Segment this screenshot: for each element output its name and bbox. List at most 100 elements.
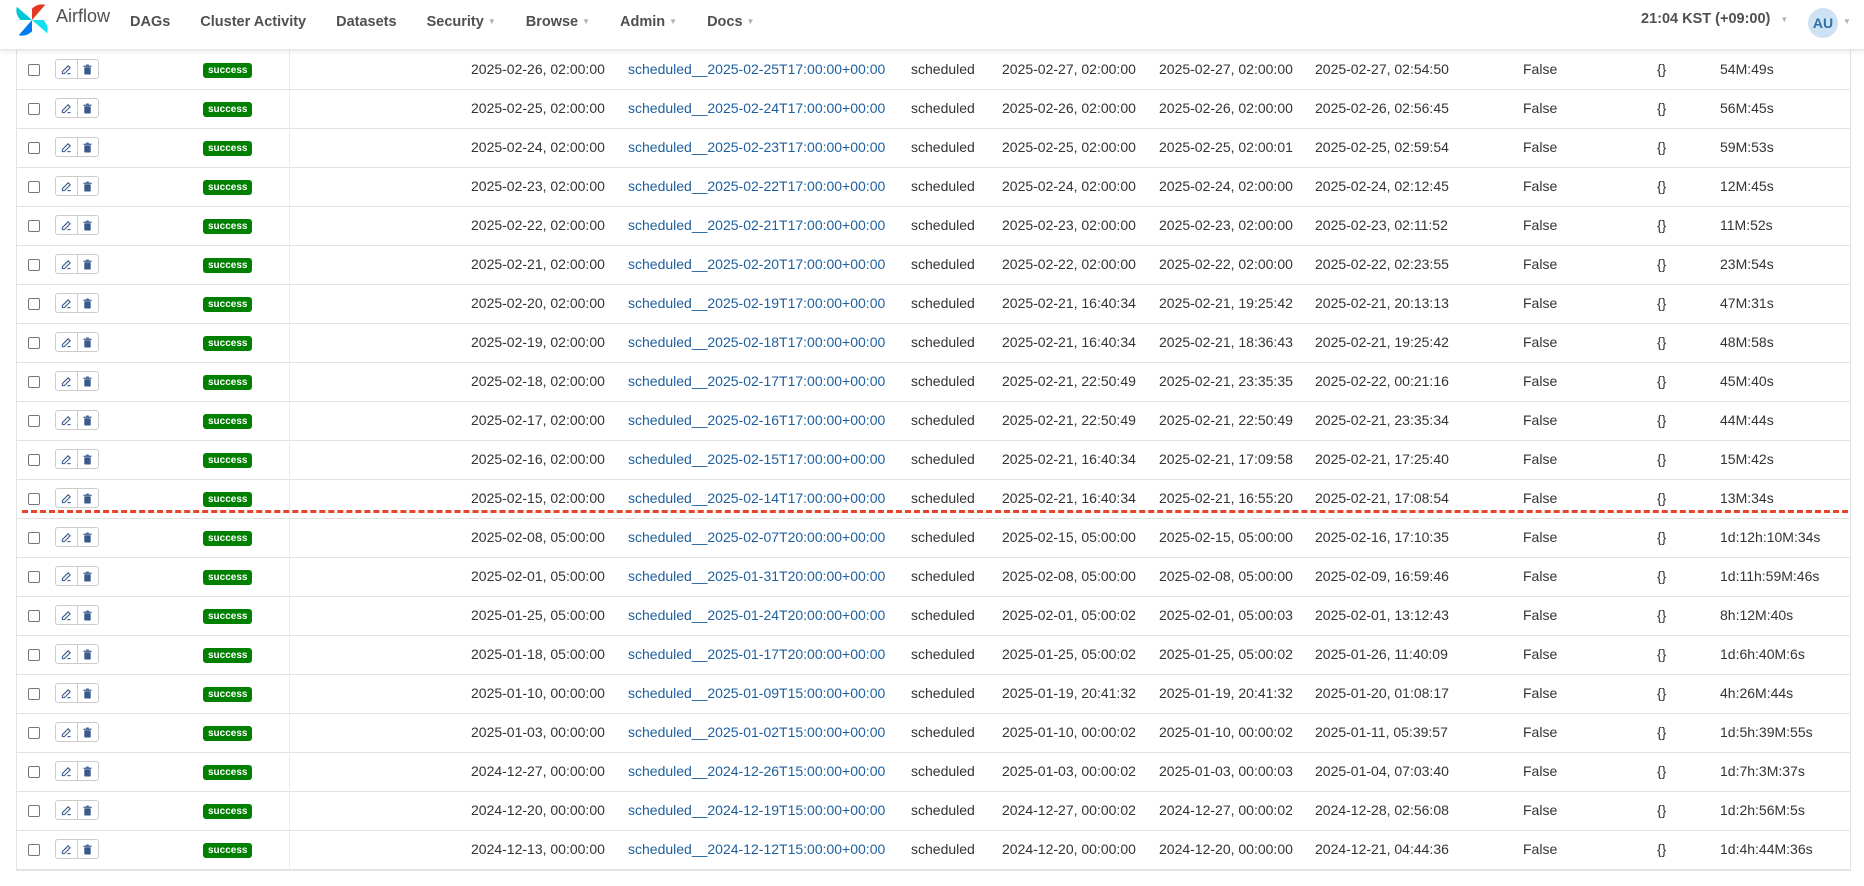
run-id-link[interactable]: scheduled__2025-01-09T15:00:00+00:00 xyxy=(628,674,885,713)
status-badge[interactable]: success xyxy=(203,414,253,429)
delete-button[interactable] xyxy=(76,489,99,507)
run-id-link[interactable]: scheduled__2024-12-26T15:00:00+00:00 xyxy=(628,752,885,791)
status-badge[interactable]: success xyxy=(203,492,253,507)
row-select-checkbox[interactable] xyxy=(28,649,40,661)
edit-button[interactable] xyxy=(56,333,77,351)
edit-button[interactable] xyxy=(56,567,77,585)
nav-dags[interactable]: DAGs xyxy=(130,14,170,30)
status-badge[interactable]: success xyxy=(203,453,253,468)
delete-button[interactable] xyxy=(76,840,99,858)
edit-button[interactable] xyxy=(56,684,77,702)
nav-docs-menu[interactable]: Docs ▼ xyxy=(707,14,754,30)
status-badge[interactable]: success xyxy=(203,141,253,156)
edit-button[interactable] xyxy=(56,255,77,273)
row-select-checkbox[interactable] xyxy=(28,571,40,583)
run-id-link[interactable]: scheduled__2025-02-18T17:00:00+00:00 xyxy=(628,323,885,362)
row-select-checkbox[interactable] xyxy=(28,337,40,349)
user-avatar[interactable]: AU xyxy=(1808,8,1838,38)
edit-button[interactable] xyxy=(56,840,77,858)
delete-button[interactable] xyxy=(76,528,99,546)
status-badge[interactable]: success xyxy=(203,375,253,390)
run-id-link[interactable]: scheduled__2025-01-17T20:00:00+00:00 xyxy=(628,635,885,674)
delete-button[interactable] xyxy=(76,99,99,117)
edit-button[interactable] xyxy=(56,489,77,507)
row-select-checkbox[interactable] xyxy=(28,64,40,76)
edit-button[interactable] xyxy=(56,99,77,117)
edit-button[interactable] xyxy=(56,801,77,819)
status-badge[interactable]: success xyxy=(203,687,253,702)
row-select-checkbox[interactable] xyxy=(28,532,40,544)
delete-button[interactable] xyxy=(76,138,99,156)
delete-button[interactable] xyxy=(76,645,99,663)
run-id-link[interactable]: scheduled__2025-01-31T20:00:00+00:00 xyxy=(628,557,885,596)
edit-button[interactable] xyxy=(56,450,77,468)
run-id-link[interactable]: scheduled__2025-02-19T17:00:00+00:00 xyxy=(628,284,885,323)
delete-button[interactable] xyxy=(76,567,99,585)
edit-button[interactable] xyxy=(56,138,77,156)
delete-button[interactable] xyxy=(76,801,99,819)
edit-button[interactable] xyxy=(56,294,77,312)
row-select-checkbox[interactable] xyxy=(28,610,40,622)
delete-button[interactable] xyxy=(76,411,99,429)
delete-button[interactable] xyxy=(76,450,99,468)
row-select-checkbox[interactable] xyxy=(28,766,40,778)
status-badge[interactable]: success xyxy=(203,336,253,351)
status-badge[interactable]: success xyxy=(203,531,253,546)
row-select-checkbox[interactable] xyxy=(28,142,40,154)
run-id-link[interactable]: scheduled__2025-01-02T15:00:00+00:00 xyxy=(628,713,885,752)
nav-admin-menu[interactable]: Admin ▼ xyxy=(620,14,677,30)
row-select-checkbox[interactable] xyxy=(28,454,40,466)
delete-button[interactable] xyxy=(76,216,99,234)
row-select-checkbox[interactable] xyxy=(28,376,40,388)
run-id-link[interactable]: scheduled__2025-02-20T17:00:00+00:00 xyxy=(628,245,885,284)
edit-button[interactable] xyxy=(56,762,77,780)
run-id-link[interactable]: scheduled__2024-12-19T15:00:00+00:00 xyxy=(628,791,885,830)
status-badge[interactable]: success xyxy=(203,765,253,780)
status-badge[interactable]: success xyxy=(203,726,253,741)
status-badge[interactable]: success xyxy=(203,570,253,585)
edit-button[interactable] xyxy=(56,60,77,78)
row-select-checkbox[interactable] xyxy=(28,688,40,700)
row-select-checkbox[interactable] xyxy=(28,103,40,115)
row-select-checkbox[interactable] xyxy=(28,181,40,193)
row-select-checkbox[interactable] xyxy=(28,415,40,427)
run-id-link[interactable]: scheduled__2025-02-25T17:00:00+00:00 xyxy=(628,50,885,89)
run-id-link[interactable]: scheduled__2025-02-23T17:00:00+00:00 xyxy=(628,128,885,167)
run-id-link[interactable]: scheduled__2024-12-12T15:00:00+00:00 xyxy=(628,830,885,869)
edit-button[interactable] xyxy=(56,216,77,234)
row-select-checkbox[interactable] xyxy=(28,844,40,856)
run-id-link[interactable]: scheduled__2025-02-21T17:00:00+00:00 xyxy=(628,206,885,245)
row-select-checkbox[interactable] xyxy=(28,493,40,505)
delete-button[interactable] xyxy=(76,60,99,78)
nav-cluster-activity[interactable]: Cluster Activity xyxy=(200,14,306,30)
status-badge[interactable]: success xyxy=(203,102,253,117)
nav-security-menu[interactable]: Security ▼ xyxy=(427,14,496,30)
status-badge[interactable]: success xyxy=(203,648,253,663)
run-id-link[interactable]: scheduled__2025-02-24T17:00:00+00:00 xyxy=(628,89,885,128)
status-badge[interactable]: success xyxy=(203,609,253,624)
delete-button[interactable] xyxy=(76,723,99,741)
status-badge[interactable]: success xyxy=(203,297,253,312)
status-badge[interactable]: success xyxy=(203,180,253,195)
delete-button[interactable] xyxy=(76,177,99,195)
delete-button[interactable] xyxy=(76,606,99,624)
run-id-link[interactable]: scheduled__2025-02-22T17:00:00+00:00 xyxy=(628,167,885,206)
row-select-checkbox[interactable] xyxy=(28,298,40,310)
status-badge[interactable]: success xyxy=(203,258,253,273)
delete-button[interactable] xyxy=(76,255,99,273)
status-badge[interactable]: success xyxy=(203,843,253,858)
run-id-link[interactable]: scheduled__2025-02-16T17:00:00+00:00 xyxy=(628,401,885,440)
status-badge[interactable]: success xyxy=(203,804,253,819)
status-badge[interactable]: success xyxy=(203,63,253,78)
run-id-link[interactable]: scheduled__2025-02-07T20:00:00+00:00 xyxy=(628,518,885,557)
run-id-link[interactable]: scheduled__2025-01-24T20:00:00+00:00 xyxy=(628,596,885,635)
run-id-link[interactable]: scheduled__2025-02-17T17:00:00+00:00 xyxy=(628,362,885,401)
edit-button[interactable] xyxy=(56,606,77,624)
edit-button[interactable] xyxy=(56,528,77,546)
row-select-checkbox[interactable] xyxy=(28,727,40,739)
delete-button[interactable] xyxy=(76,333,99,351)
delete-button[interactable] xyxy=(76,684,99,702)
run-id-link[interactable]: scheduled__2025-02-15T17:00:00+00:00 xyxy=(628,440,885,479)
edit-button[interactable] xyxy=(56,645,77,663)
edit-button[interactable] xyxy=(56,177,77,195)
